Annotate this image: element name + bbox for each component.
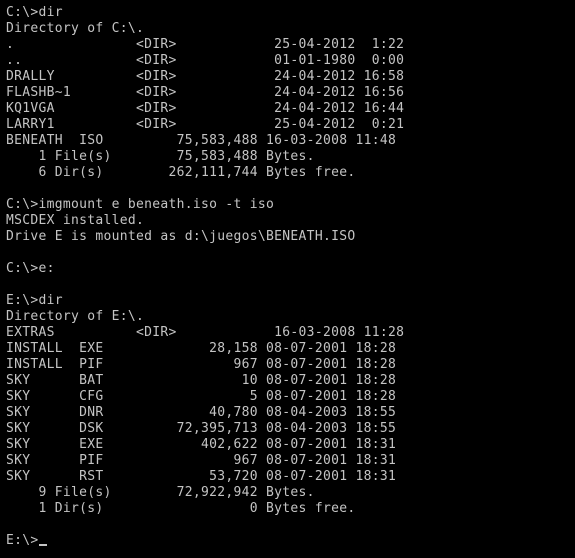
dir-entry: .. <DIR> 01-01-1980 0:00 [6,53,405,68]
file-entry: SKY BAT 10 08-07-2001 18:28 [6,373,397,388]
dir-summary: 6 Dir(s) 262,111,744 Bytes free. [6,165,356,180]
text-cursor [38,544,47,546]
dir-entry: DRALLY <DIR> 24-04-2012 16:58 [6,69,405,84]
prompt-line: E:\>dir [6,293,63,308]
active-prompt[interactable]: E:\> [6,533,575,549]
dir-entry: EXTRAS <DIR> 16-03-2008 11:28 [6,325,405,340]
dir-summary: 1 Dir(s) 0 Bytes free. [6,501,356,516]
file-entry: SKY PIF 967 08-07-2001 18:31 [6,453,397,468]
file-entry: SKY DNR 40,780 08-04-2003 18:55 [6,405,397,420]
dir-entry: . <DIR> 25-04-2012 1:22 [6,37,405,52]
prompt-text: E:\> [6,533,39,548]
directory-header: Directory of C:\. [6,21,145,36]
file-entry: BENEATH ISO 75,583,488 16-03-2008 11:48 [6,133,397,148]
file-entry: SKY DSK 72,395,713 08-04-2003 18:55 [6,421,397,436]
file-entry: SKY EXE 402,622 08-07-2001 18:31 [6,437,397,452]
prompt-line: C:\>imgmount e beneath.iso -t iso [6,197,275,212]
prompt-line: C:\>dir [6,5,63,20]
file-entry: SKY CFG 5 08-07-2001 18:28 [6,389,397,404]
directory-header: Directory of E:\. [6,309,145,324]
output-line: Drive E is mounted as d:\juegos\BENEATH.… [6,229,356,244]
prompt-line: C:\>e: [6,261,55,276]
file-entry: SKY RST 53,720 08-07-2001 18:31 [6,469,397,484]
file-entry: INSTALL PIF 967 08-07-2001 18:28 [6,357,397,372]
dir-entry: FLASHB~1 <DIR> 24-04-2012 16:56 [6,85,405,100]
file-entry: INSTALL EXE 28,158 08-07-2001 18:28 [6,341,397,356]
file-summary: 1 File(s) 75,583,488 Bytes. [6,149,315,164]
dos-terminal[interactable]: C:\>dir Directory of C:\. . <DIR> 25-04-… [0,0,575,558]
dir-entry: LARRY1 <DIR> 25-04-2012 0:21 [6,117,405,132]
dir-entry: KQ1VGA <DIR> 24-04-2012 16:44 [6,101,405,116]
output-line: MSCDEX installed. [6,213,145,228]
file-summary: 9 File(s) 72,922,942 Bytes. [6,485,315,500]
